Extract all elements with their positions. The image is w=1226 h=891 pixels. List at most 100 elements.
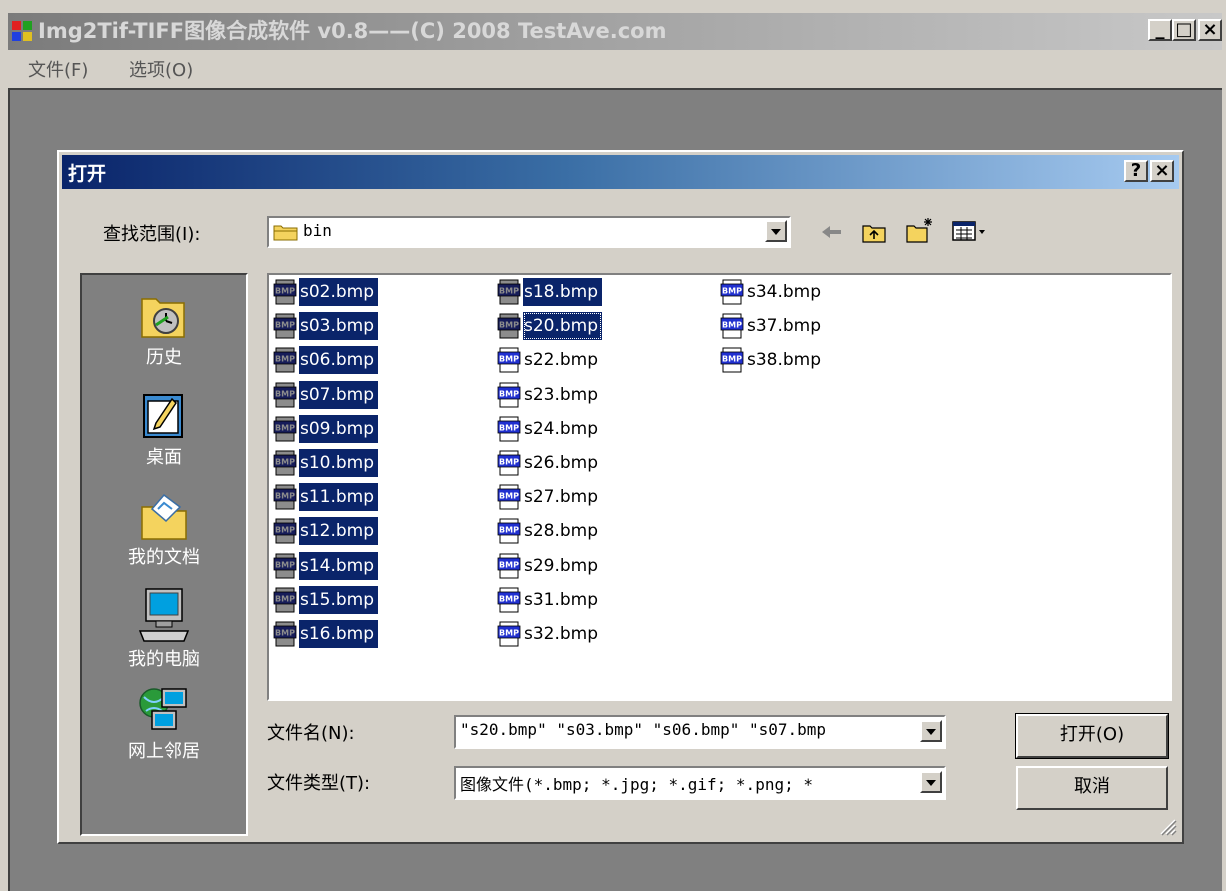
svg-text:BMP: BMP (499, 560, 519, 569)
file-name: s22.bmp (524, 350, 599, 371)
filename-input[interactable]: "s20.bmp" "s03.bmp" "s06.bmp" "s07.bmp (460, 720, 912, 739)
resize-grip-icon[interactable] (1157, 816, 1177, 836)
file-item[interactable]: BMP s38.bmp (720, 345, 825, 375)
dialog-close-button[interactable]: × (1150, 160, 1174, 182)
desktop-icon (143, 394, 183, 438)
file-item[interactable]: BMP s14.bmp (273, 551, 379, 581)
lookin-dropdown-button[interactable] (765, 220, 787, 242)
file-item[interactable]: BMP s34.bmp (720, 277, 825, 307)
place-desktop[interactable]: 桌面 (82, 385, 246, 475)
file-item[interactable]: BMP s02.bmp (273, 277, 379, 307)
bmp-file-icon: BMP (497, 313, 521, 339)
folder-icon (273, 225, 298, 241)
my-computer-icon (138, 588, 190, 642)
place-my-documents[interactable]: 我的文档 (82, 485, 246, 573)
file-item[interactable]: BMP s16.bmp (273, 619, 379, 649)
filename-label: 文件名(N): (267, 723, 355, 744)
file-name: s32.bmp (524, 624, 599, 644)
file-name: s27.bmp (524, 487, 599, 508)
file-name: s18.bmp (523, 278, 603, 306)
file-item[interactable]: BMP s26.bmp (497, 448, 602, 478)
svg-text:BMP: BMP (499, 389, 519, 398)
file-item[interactable]: BMP s11.bmp (273, 482, 379, 512)
file-name: s37.bmp (747, 316, 822, 337)
up-folder-icon[interactable] (861, 220, 887, 244)
svg-text:BMP: BMP (499, 629, 519, 638)
svg-text:BMP: BMP (275, 321, 295, 330)
place-history-label: 历史 (146, 347, 182, 368)
file-name: s12.bmp (299, 517, 379, 546)
back-icon[interactable] (819, 222, 845, 242)
file-item[interactable]: BMP s32.bmp (497, 619, 602, 649)
bmp-file-icon: BMP (497, 450, 521, 476)
svg-text:BMP: BMP (499, 526, 519, 535)
svg-text:BMP: BMP (275, 389, 295, 398)
minimize-button[interactable]: _ (1148, 19, 1172, 41)
place-network[interactable]: 网上邻居 (82, 685, 246, 765)
chevron-down-icon (926, 780, 936, 786)
file-name: s11.bmp (299, 483, 379, 512)
maximize-button[interactable]: □ (1172, 19, 1196, 41)
filetype-value: 图像文件(*.bmp; *.jpg; *.gif; *.png; * (460, 775, 813, 794)
places-bar: 历史 桌面 我的文档 我的电脑 网上邻居 (80, 273, 248, 836)
file-item[interactable]: BMP s31.bmp (497, 585, 602, 615)
file-name: s06.bmp (299, 346, 379, 375)
file-name: s26.bmp (524, 453, 599, 473)
new-folder-icon[interactable] (905, 216, 935, 244)
file-item[interactable]: BMP s22.bmp (497, 345, 602, 375)
help-button[interactable]: ? (1124, 160, 1148, 182)
file-item[interactable]: BMP s24.bmp (497, 414, 602, 444)
bmp-file-icon: BMP (273, 347, 297, 373)
svg-text:BMP: BMP (275, 355, 295, 364)
place-history[interactable]: 历史 (82, 285, 246, 373)
file-item[interactable]: BMP s27.bmp (497, 482, 602, 512)
file-name: s31.bmp (524, 589, 599, 610)
file-name: s07.bmp (299, 380, 379, 409)
menu-options[interactable]: 选项(O) (129, 56, 193, 82)
file-item[interactable]: BMP s18.bmp (497, 277, 603, 307)
open-button[interactable]: 打开(O) (1015, 713, 1169, 759)
file-item[interactable]: BMP s28.bmp (497, 516, 602, 546)
close-button[interactable]: × (1198, 19, 1222, 41)
file-name: s34.bmp (747, 282, 822, 302)
bmp-file-icon: BMP (273, 621, 297, 647)
file-name: s15.bmp (299, 585, 379, 614)
bmp-file-icon: BMP (273, 279, 297, 305)
bmp-file-icon: BMP (497, 621, 521, 647)
file-item[interactable]: BMP s09.bmp (273, 414, 379, 444)
file-item[interactable]: BMP s37.bmp (720, 311, 825, 341)
bmp-file-icon: BMP (497, 416, 521, 442)
cancel-button[interactable]: 取消 (1016, 766, 1168, 810)
file-item[interactable]: BMP s12.bmp (273, 516, 379, 546)
place-my-computer[interactable]: 我的电脑 (82, 585, 246, 677)
bmp-file-icon: BMP (273, 484, 297, 510)
bmp-file-icon: BMP (497, 347, 521, 373)
file-item[interactable]: BMP s06.bmp (273, 345, 379, 375)
file-list[interactable]: BMP s02.bmp BMP s03.bmp BMP s06.bmp BMP s07.bmp… (267, 273, 1172, 701)
svg-text:BMP: BMP (275, 423, 295, 432)
file-item[interactable]: BMP s03.bmp (273, 311, 379, 341)
dialog-titlebar[interactable]: 打开 ? × (62, 155, 1179, 189)
file-item[interactable]: BMP s10.bmp (273, 448, 379, 478)
chevron-down-icon (771, 229, 781, 235)
app-titlebar[interactable]: Img2Tif-TIFF图像合成软件 v0.8——(C) 2008 TestAv… (8, 13, 1222, 50)
svg-text:BMP: BMP (499, 287, 519, 296)
file-item[interactable]: BMP s15.bmp (273, 585, 379, 615)
filename-dropdown-button[interactable] (920, 720, 942, 742)
filetype-dropdown-button[interactable] (920, 771, 942, 793)
lookin-combo[interactable]: bin (267, 216, 791, 248)
file-item[interactable]: BMP s07.bmp (273, 380, 379, 410)
menu-file[interactable]: 文件(F) (28, 56, 88, 82)
bmp-file-icon: BMP (497, 484, 521, 510)
svg-text:BMP: BMP (722, 321, 742, 330)
network-icon (139, 688, 187, 730)
svg-text:BMP: BMP (499, 423, 519, 432)
app-icon (12, 21, 32, 41)
file-item[interactable]: BMP s20.bmp (497, 311, 603, 341)
view-menu-icon[interactable] (952, 220, 992, 242)
file-item[interactable]: BMP s23.bmp (497, 380, 602, 410)
file-item[interactable]: BMP s29.bmp (497, 551, 602, 581)
filetype-combo[interactable]: 图像文件(*.bmp; *.jpg; *.gif; *.png; * (454, 766, 946, 800)
file-name: s23.bmp (524, 384, 599, 405)
filename-combo[interactable]: "s20.bmp" "s03.bmp" "s06.bmp" "s07.bmp (454, 715, 946, 749)
